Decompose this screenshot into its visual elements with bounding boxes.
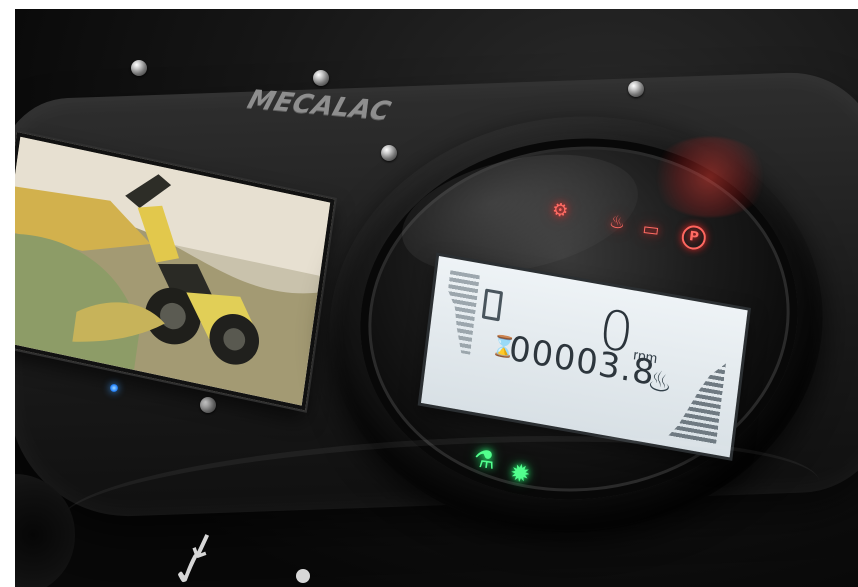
hour-meter-value: 00003.8: [506, 328, 658, 395]
temperature-level-bars: [668, 355, 726, 445]
red-indicator-glow: [650, 137, 770, 217]
panel-screw: [381, 145, 397, 161]
dot-icon: [296, 569, 310, 583]
panel-screw: [628, 81, 644, 97]
panel-screw: [200, 397, 216, 413]
bottom-control-symbols: ↙ ✓: [165, 523, 330, 587]
dashboard-photo: MECALAC ⚙ ♨ ▭ P 0 rpm ⌛ 00003.8 ♨ ⚗ ✹ ↙ …: [15, 9, 858, 587]
temperature-icon: ♨: [645, 363, 675, 401]
fuel-level-bars: [441, 270, 480, 355]
battery-warning-icon: ▭: [641, 218, 661, 242]
oil-warning-icon: ♨: [607, 211, 627, 234]
fuel-icon: [481, 288, 504, 322]
engine-warning-icon: ⚙: [550, 199, 570, 222]
dashboard-scene: MECALAC ⚙ ♨ ▭ P 0 rpm ⌛ 00003.8 ♨ ⚗ ✹ ↙ …: [0, 0, 858, 587]
panel-screw: [131, 60, 147, 76]
blue-indicator-light: [110, 384, 118, 392]
parking-brake-icon: P: [680, 224, 708, 251]
panel-screw: [313, 70, 329, 86]
